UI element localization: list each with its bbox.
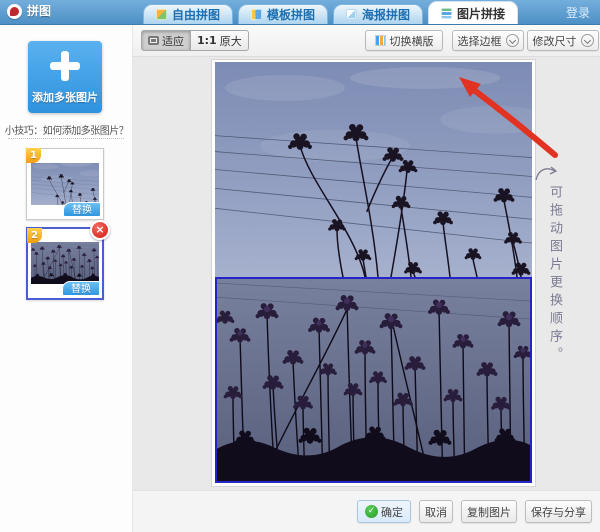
- thumbnail-item-2[interactable]: 2 × 替换: [26, 220, 110, 300]
- check-circle-icon: [365, 505, 378, 518]
- add-images-button[interactable]: 添加多张图片: [28, 41, 102, 113]
- replace-button[interactable]: 替换: [63, 202, 101, 217]
- fit-view-button[interactable]: 适应: [141, 30, 191, 51]
- fit-screen-icon: [148, 36, 159, 45]
- free-collage-icon: [156, 9, 167, 20]
- collage-photo-1[interactable]: [215, 62, 532, 277]
- camera-flower-icon: [7, 4, 22, 19]
- collage-photo-2[interactable]: [215, 277, 532, 483]
- thumbnail-photo-2: [31, 242, 99, 284]
- select-border-label: 选择边框: [457, 34, 502, 48]
- cancel-button[interactable]: 取消: [419, 500, 453, 523]
- photo-stitch-icon: [441, 7, 453, 19]
- template-collage-icon: [251, 9, 263, 20]
- zoom-segmented-control: 适应 1:1 原大: [141, 30, 249, 51]
- tab-label: 自由拼图: [172, 8, 221, 22]
- toolbar: 适应 1:1 原大 切换横版 选择边框 修改尺寸: [133, 24, 600, 57]
- tab-template-collage[interactable]: 模板拼图: [238, 4, 329, 24]
- sidebar: 添加多张图片 小技巧：如何添加多张图片？ 1 替换 2 × 替换: [0, 24, 133, 532]
- original-size-label: 原大: [219, 34, 242, 48]
- order-badge: 2: [27, 228, 42, 243]
- cancel-label: 取消: [425, 505, 447, 519]
- tab-free-collage[interactable]: 自由拼图: [143, 4, 234, 24]
- copy-image-button[interactable]: 复制图片: [461, 500, 517, 523]
- tab-label: 模板拼图: [267, 8, 316, 22]
- confirm-button[interactable]: 确定: [357, 500, 411, 523]
- app-logo: 拼图: [7, 3, 51, 20]
- resize-label: 修改尺寸: [532, 34, 577, 48]
- collage-canvas: [211, 59, 536, 487]
- login-link[interactable]: 登录: [566, 4, 590, 21]
- dotted-divider: [8, 138, 124, 139]
- thumbnail-item-1[interactable]: 1 替换: [26, 148, 104, 220]
- switch-horizontal-button[interactable]: 切换横版: [365, 30, 443, 51]
- ratio-label: 1:1: [197, 34, 217, 47]
- thumbnail-photo-1: [31, 163, 99, 205]
- order-hint-arrow-icon: [535, 166, 558, 181]
- remove-image-button[interactable]: ×: [90, 220, 110, 240]
- app-title: 拼图: [27, 4, 52, 18]
- action-bar: 确定 取消 复制图片 保存与分享: [133, 490, 600, 532]
- drag-hint-annotation: 可拖动图片更换顺序。: [547, 185, 562, 365]
- plus-icon: [50, 51, 80, 81]
- tip-link[interactable]: 小技巧：如何添加多张图片？: [0, 122, 133, 137]
- save-share-label: 保存与分享: [531, 505, 586, 519]
- tab-label: 海报拼图: [362, 8, 411, 22]
- add-images-label: 添加多张图片: [32, 91, 98, 104]
- fit-view-label: 适应: [162, 34, 184, 48]
- workspace: 可拖动图片更换顺序。: [133, 57, 600, 490]
- switch-horizontal-label: 切换横版: [389, 34, 434, 48]
- chevron-down-icon: [580, 34, 594, 47]
- tab-label: 图片拼接: [457, 6, 506, 21]
- confirm-label: 确定: [381, 505, 403, 519]
- poster-collage-icon: [346, 9, 358, 20]
- replace-button[interactable]: 替换: [62, 281, 100, 296]
- chevron-down-icon: [505, 34, 519, 47]
- order-badge: 1: [26, 148, 41, 163]
- layout-columns-icon: [374, 35, 386, 46]
- select-border-button[interactable]: 选择边框: [452, 30, 524, 51]
- main-tabs: 自由拼图 模板拼图 海报拼图 图片拼接: [143, 1, 519, 24]
- top-bar: 拼图 自由拼图 模板拼图 海报拼图 图片拼接 登录: [0, 0, 600, 25]
- copy-image-label: 复制图片: [467, 505, 511, 519]
- tab-poster-collage[interactable]: 海报拼图: [333, 4, 424, 24]
- save-share-button[interactable]: 保存与分享: [525, 500, 592, 523]
- main-panel: 适应 1:1 原大 切换横版 选择边框 修改尺寸 可拖动图片更换顺序。 ✓ 确定…: [133, 24, 600, 532]
- resize-button[interactable]: 修改尺寸: [527, 30, 599, 51]
- original-size-button[interactable]: 1:1 原大: [191, 30, 249, 51]
- tab-photo-stitch[interactable]: 图片拼接: [428, 1, 519, 24]
